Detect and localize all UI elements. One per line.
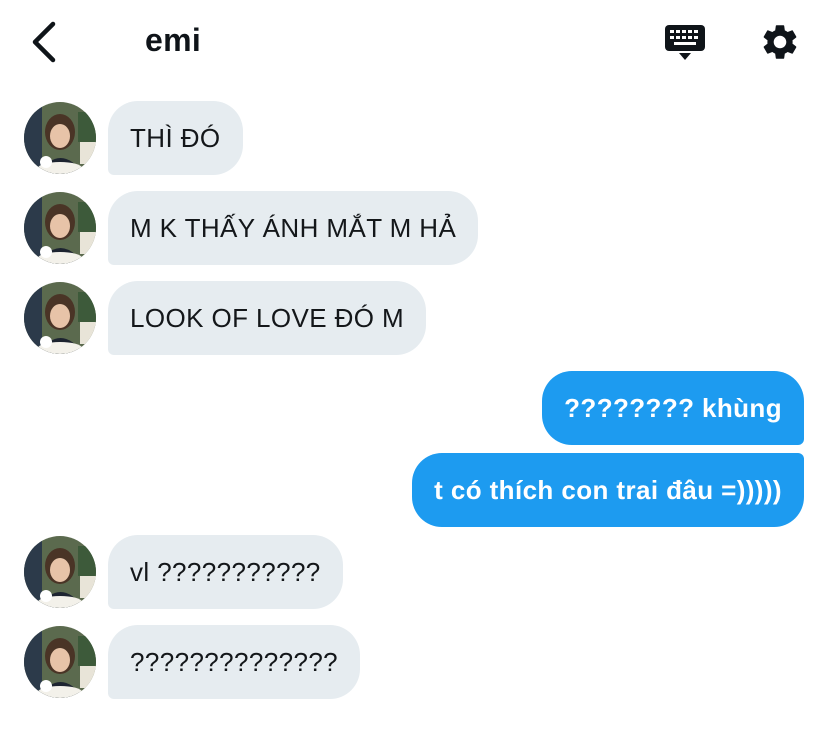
incoming-message-bubble[interactable]: LOOK OF LOVE ĐÓ M (108, 281, 427, 355)
settings-button[interactable] (756, 18, 804, 66)
contact-avatar[interactable] (24, 282, 96, 354)
keyboard-button[interactable] (660, 18, 710, 68)
incoming-message-bubble[interactable]: THÌ ĐÓ (108, 101, 243, 175)
contact-avatar[interactable] (24, 102, 96, 174)
contact-avatar[interactable] (24, 626, 96, 698)
keyboard-icon (665, 25, 705, 60)
conversation-title: emi (145, 22, 202, 58)
gear-icon (763, 25, 797, 59)
outgoing-message-bubble[interactable]: ???????? khùng (542, 371, 804, 445)
incoming-message-bubble[interactable]: M K THẤY ÁNH MẮT M HẢ (108, 191, 479, 265)
incoming-message-bubble[interactable]: vl ??????????? (108, 535, 343, 609)
conversation-header: emi (0, 0, 828, 86)
contact-avatar[interactable] (24, 192, 96, 264)
outgoing-message-bubble[interactable]: t có thích con trai đâu =))))) (412, 453, 804, 527)
back-button[interactable] (22, 18, 66, 66)
incoming-message-bubble[interactable]: ?????????????? (108, 625, 361, 699)
chevron-left-icon (32, 21, 56, 63)
contact-avatar[interactable] (24, 536, 96, 608)
